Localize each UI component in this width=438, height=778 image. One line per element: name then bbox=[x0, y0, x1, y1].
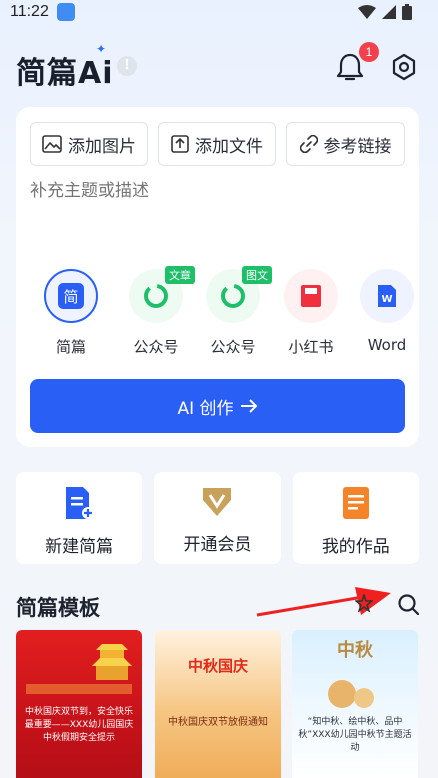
app-header: 简篇Ai ✦ ! 1 bbox=[0, 40, 438, 94]
arrow-right-icon bbox=[240, 399, 257, 413]
reference-link-label: 参考链接 bbox=[323, 136, 392, 157]
create-card: 添加图片 添加文件 参考链接 简 简篇 文章 公众号 bbox=[16, 107, 419, 447]
svg-text:简: 简 bbox=[63, 288, 78, 306]
ai-create-button[interactable]: AI 创作 bbox=[30, 379, 405, 433]
type-official-article[interactable]: 文章 公众号 bbox=[121, 266, 195, 357]
new-doc-button[interactable]: 新建简篇 bbox=[16, 472, 143, 564]
type-label: 公众号 bbox=[133, 338, 179, 356]
reference-link-button[interactable]: 参考链接 bbox=[286, 122, 405, 166]
type-xiaohongshu[interactable]: 小红书 bbox=[276, 269, 346, 357]
template-card[interactable]: 中秋国庆 中秋国庆双节放假通知 bbox=[155, 630, 281, 778]
quick-label: 我的作品 bbox=[321, 537, 390, 557]
battery-icon bbox=[402, 4, 412, 20]
wifi-icon bbox=[358, 5, 376, 19]
quick-label: 开通会员 bbox=[183, 535, 252, 555]
xiaohongshu-icon bbox=[301, 285, 321, 307]
template-title: 中秋国庆双节放假通知 bbox=[168, 717, 268, 728]
type-official-image-text[interactable]: 图文 公众号 bbox=[198, 266, 272, 357]
add-file-button[interactable]: 添加文件 bbox=[158, 122, 276, 166]
vip-icon bbox=[203, 488, 232, 516]
prompt-input[interactable] bbox=[30, 181, 400, 201]
template-card[interactable]: 中秋国庆双节到，安全快乐最重要——XXX幼儿园国庆中秋假期安全提示 bbox=[16, 630, 142, 778]
type-jianpian[interactable]: 简 简篇 bbox=[36, 269, 106, 357]
my-works-icon bbox=[342, 487, 369, 519]
template-badge: 中秋国庆 bbox=[187, 657, 248, 675]
temple-icon bbox=[26, 644, 132, 694]
annotation-arrow-icon bbox=[256, 587, 391, 617]
vip-button[interactable]: 开通会员 bbox=[154, 472, 281, 564]
content-type-row: 简 简篇 文章 公众号 图文 公众号 小红书 W Word bbox=[30, 266, 414, 359]
add-image-button[interactable]: 添加图片 bbox=[30, 122, 148, 166]
templates-title: 简篇模板 bbox=[16, 596, 100, 620]
signal-icon bbox=[382, 5, 396, 19]
template-card[interactable]: 中秋 “知中秋、绘中秋、品中秋”XXX幼儿园中秋节主题活动 bbox=[292, 630, 418, 778]
quick-actions: 新建简篇 开通会员 我的作品 bbox=[16, 472, 419, 564]
ai-create-label: AI 创作 bbox=[177, 398, 234, 419]
jianpian-icon: 简 bbox=[58, 283, 84, 309]
status-time: 11:22 bbox=[10, 3, 49, 20]
quick-label: 新建简篇 bbox=[45, 537, 114, 557]
image-icon bbox=[42, 135, 62, 153]
link-icon bbox=[299, 135, 318, 153]
app-notification-icon bbox=[57, 3, 75, 21]
type-label: 公众号 bbox=[210, 338, 256, 356]
add-file-label: 添加文件 bbox=[195, 136, 263, 157]
new-doc-icon bbox=[66, 487, 95, 519]
search-icon[interactable] bbox=[397, 593, 419, 615]
svg-text:W: W bbox=[381, 294, 392, 305]
attachment-row: 添加图片 添加文件 参考链接 bbox=[30, 122, 405, 166]
notification-badge: 1 bbox=[359, 42, 379, 62]
type-tag: 图文 bbox=[242, 266, 272, 284]
type-label: Word bbox=[367, 336, 407, 354]
wechat-official-icon bbox=[144, 284, 168, 308]
template-list: 中秋国庆双节到，安全快乐最重要——XXX幼儿园国庆中秋假期安全提示 中秋国庆 中… bbox=[16, 630, 436, 778]
status-bar: 11:22 bbox=[0, 0, 438, 26]
type-word[interactable]: W Word bbox=[352, 269, 422, 354]
upload-file-icon bbox=[171, 135, 189, 153]
type-label: 小红书 bbox=[288, 338, 334, 356]
sparkle-icon: ✦ bbox=[96, 42, 107, 56]
wechat-official-icon bbox=[221, 284, 245, 308]
info-icon[interactable]: ! bbox=[117, 56, 137, 76]
template-title: “知中秋、绘中秋、品中秋”XXX幼儿园中秋节主题活动 bbox=[298, 717, 412, 753]
word-icon: W bbox=[378, 285, 396, 307]
my-works-button[interactable]: 我的作品 bbox=[292, 472, 419, 564]
template-badge: 中秋 bbox=[337, 640, 373, 661]
settings-icon[interactable] bbox=[391, 53, 417, 81]
star-icon[interactable] bbox=[355, 594, 373, 612]
add-image-label: 添加图片 bbox=[68, 136, 136, 157]
template-title: 中秋国庆双节到，安全快乐最重要——XXX幼儿园国庆中秋假期安全提示 bbox=[24, 707, 134, 743]
type-label: 简篇 bbox=[55, 338, 86, 356]
type-tag: 文章 bbox=[165, 266, 195, 284]
mooncake-icon bbox=[328, 680, 374, 708]
